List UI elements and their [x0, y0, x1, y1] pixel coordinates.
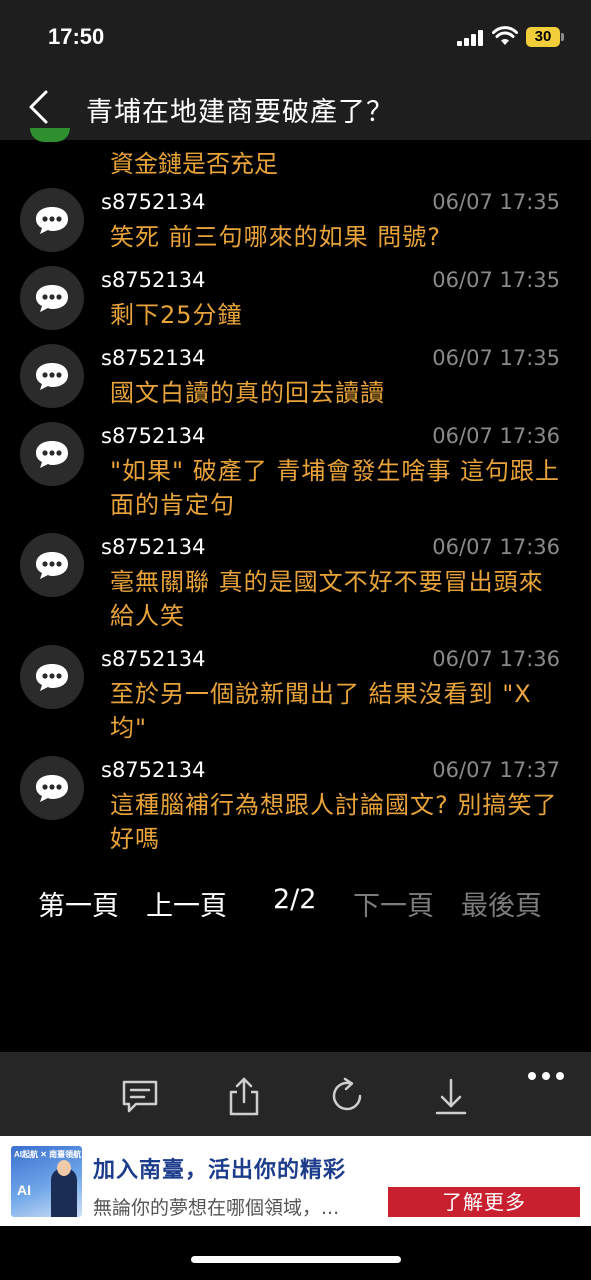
chat-bubble-icon: [36, 207, 68, 234]
battery-tip: [561, 33, 564, 41]
avatar[interactable]: [20, 645, 84, 709]
comment-icon[interactable]: [120, 1076, 160, 1116]
more-icon[interactable]: [526, 1072, 566, 1084]
comment-text: 剩下25分鐘: [110, 301, 243, 329]
comment-username[interactable]: s8752134: [101, 758, 205, 782]
ad-cta-button[interactable]: 了解更多: [388, 1187, 580, 1217]
comment-username[interactable]: s8752134: [101, 535, 205, 559]
comment-text: 資金鏈是否充足: [110, 150, 278, 178]
chat-bubble-icon: [36, 552, 68, 579]
avatar[interactable]: [20, 533, 84, 597]
last-page-link[interactable]: 最後頁: [461, 884, 542, 923]
comment-timestamp: 06/07 17:35: [432, 346, 560, 370]
avatar[interactable]: [20, 344, 84, 408]
comment-text: 毫無關聯 真的是國文不好不要冒出頭來給人笑: [110, 568, 544, 630]
comment-text: 笑死 前三句哪來的如果 問號?: [110, 223, 441, 251]
share-icon[interactable]: [224, 1076, 264, 1116]
comment-timestamp: 06/07 17:36: [432, 424, 560, 448]
ad-title[interactable]: 加入南臺，活出你的精彩: [93, 1152, 346, 1184]
avatar[interactable]: [20, 188, 84, 252]
comment-username[interactable]: s8752134: [101, 647, 205, 671]
wifi-icon: [492, 26, 518, 45]
comment-timestamp: 06/07 17:36: [432, 647, 560, 671]
comment-timestamp: 06/07 17:35: [432, 190, 560, 214]
avatar[interactable]: [20, 266, 84, 330]
avatar[interactable]: [20, 756, 84, 820]
bottom-toolbar: [0, 1052, 591, 1138]
comment-username[interactable]: s8752134: [101, 346, 205, 370]
chat-bubble-icon: [36, 664, 68, 691]
prev-page-link[interactable]: 上一頁: [146, 884, 227, 923]
ad-face: [57, 1160, 71, 1176]
home-area: [0, 1226, 591, 1280]
refresh-icon[interactable]: [327, 1076, 367, 1116]
comment-username[interactable]: s8752134: [101, 268, 205, 292]
ad-image-header: AI起航 ✕ 南臺領航: [14, 1150, 82, 1159]
chat-bubble-icon: [36, 775, 68, 802]
comment-text: "如果" 破產了 青埔會發生啥事 這句跟上面的肯定句: [110, 457, 560, 519]
comment-text: 這種腦補行為想跟人討論國文? 別搞笑了好嗎: [110, 791, 558, 853]
back-arrow-icon[interactable]: [24, 88, 54, 126]
ad-banner[interactable]: AI起航 ✕ 南臺領航 AI 加入南臺，活出你的精彩 無論你的夢想在哪個領域，.…: [0, 1136, 591, 1226]
first-page-link[interactable]: 第一頁: [38, 884, 119, 923]
comment-timestamp: 06/07 17:36: [432, 535, 560, 559]
next-page-link[interactable]: 下一頁: [353, 884, 434, 923]
chat-bubble-icon: [36, 285, 68, 312]
comment-timestamp: 06/07 17:37: [432, 758, 560, 782]
cellular-signal-icon: [457, 30, 485, 46]
ad-description: 無論你的夢想在哪個領域，...: [93, 1197, 340, 1219]
battery-icon: 30: [526, 27, 560, 47]
comment-text: 國文白讀的真的回去讀讀: [110, 379, 385, 407]
comment-username[interactable]: s8752134: [101, 190, 205, 214]
chat-bubble-icon: [36, 441, 68, 468]
nav-header: 青埔在地建商要破產了？: [0, 74, 591, 140]
pagination: 第一頁 上一頁 2/2 下一頁 最後頁: [0, 884, 591, 928]
avatar[interactable]: [20, 422, 84, 486]
chat-bubble-icon: [36, 363, 68, 390]
comment-timestamp: 06/07 17:35: [432, 268, 560, 292]
page-indicator: 2/2: [273, 884, 317, 915]
home-indicator[interactable]: [191, 1256, 401, 1263]
ad-image-text: AI: [17, 1182, 31, 1198]
status-bar: 17:50 30: [0, 0, 591, 74]
comment-username[interactable]: s8752134: [101, 424, 205, 448]
status-time: 17:50: [48, 24, 105, 49]
ad-image[interactable]: AI起航 ✕ 南臺領航 AI: [11, 1146, 82, 1217]
page-title: 青埔在地建商要破產了？: [86, 97, 394, 128]
download-icon[interactable]: [431, 1076, 471, 1116]
comment-text: 至於另一個說新聞出了 結果沒看到 "X均": [110, 680, 532, 742]
